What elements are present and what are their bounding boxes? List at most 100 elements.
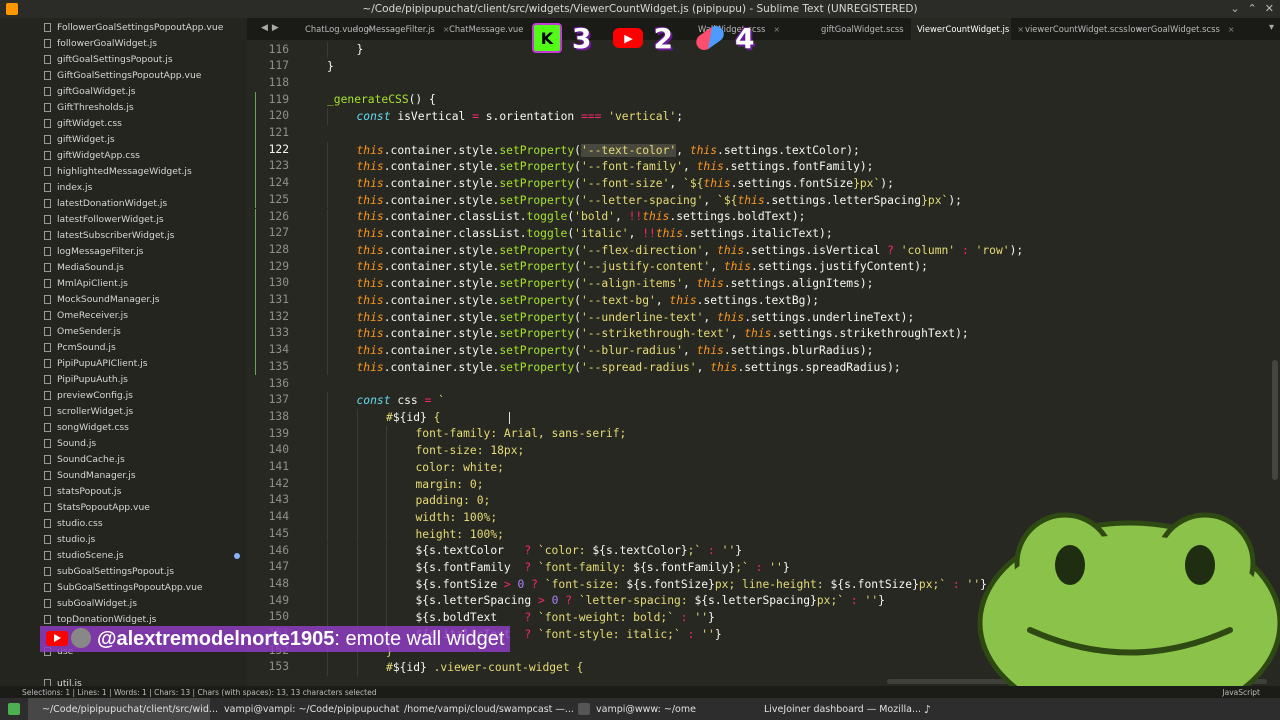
window-controls[interactable]: ⌄ ⌃ ✕ bbox=[1230, 2, 1274, 15]
sidebar-file-item[interactable]: util.js bbox=[44, 675, 82, 686]
vertical-scrollbar[interactable] bbox=[1272, 360, 1278, 480]
tab-close-icon[interactable]: × bbox=[1228, 25, 1235, 34]
code-line[interactable]: this .container.style. setProperty('--text… bbox=[357, 292, 820, 309]
sidebar-file-item[interactable]: GiftGoalSettingsPopoutApp.vue bbox=[44, 67, 201, 83]
sidebar-file-item[interactable]: SubGoalSettingsPopoutApp.vue bbox=[44, 579, 203, 595]
code-line[interactable]: this .container.style. setProperty('--spre… bbox=[357, 359, 901, 376]
start-menu-icon[interactable] bbox=[8, 703, 20, 715]
editor-tab[interactable]: ChatMessage.vue× bbox=[443, 18, 538, 40]
code-line[interactable]: } bbox=[327, 58, 334, 75]
sidebar-file-item[interactable]: MmlApiClient.js bbox=[44, 275, 128, 291]
sidebar-file-item[interactable]: FollowerGoalSettingsPopoutApp.vue bbox=[44, 19, 223, 35]
sidebar-file-item[interactable]: SoundManager.js bbox=[44, 467, 136, 483]
taskbar-item[interactable]: vampi@www: ~/ome bbox=[570, 698, 750, 720]
sidebar-file-item[interactable]: SoundCache.js bbox=[44, 451, 125, 467]
editor-tab[interactable]: viewerCountWidget.scss × bbox=[1019, 18, 1142, 40]
code-token: () { bbox=[408, 93, 436, 107]
code-line[interactable]: this .container.style. setProperty('--text… bbox=[357, 142, 860, 159]
sidebar-file-item[interactable]: songWidget.css bbox=[44, 419, 129, 435]
os-taskbar[interactable]: ~/Code/pipipupuchat/client/src/wid... vam… bbox=[0, 698, 1280, 720]
editor-tab[interactable]: logMessageFilter.js × bbox=[350, 18, 450, 40]
sidebar-file-item[interactable]: MediaSound.js bbox=[44, 259, 124, 275]
code-line[interactable]: this .container.style. setProperty('--unde… bbox=[357, 309, 915, 326]
sidebar-file-item[interactable]: giftWidgetApp.css bbox=[44, 147, 140, 163]
code-line[interactable]: width: 100%; bbox=[416, 509, 498, 526]
sidebar-file-item[interactable]: PipiPupuAuth.js bbox=[44, 371, 128, 387]
sidebar-file-item[interactable]: latestSubscriberWidget.js bbox=[44, 227, 174, 243]
maximize-icon[interactable]: ⌃ bbox=[1248, 2, 1257, 15]
code-line[interactable]: } bbox=[357, 42, 364, 59]
code-line[interactable]: ${s.textColor ? `color: ${s.textColor} ;`… bbox=[416, 543, 743, 560]
code-line[interactable]: this .container.classList. toggle('bold', … bbox=[357, 209, 806, 226]
sidebar-file-item[interactable]: giftWidget.css bbox=[44, 115, 122, 131]
sidebar-file-item[interactable]: giftWidget.js bbox=[44, 131, 115, 147]
tab-close-icon[interactable]: × bbox=[773, 25, 780, 34]
sidebar-file-item[interactable]: studioScene.js bbox=[44, 547, 124, 563]
sidebar-file-item[interactable]: studio.css bbox=[44, 515, 103, 531]
syntax-selector[interactable]: JavaScript bbox=[1222, 688, 1260, 697]
sidebar-file-item[interactable]: logMessageFilter.js bbox=[44, 243, 143, 259]
sidebar-file-item[interactable]: latestFollowerWidget.js bbox=[44, 211, 164, 227]
sidebar-file-item[interactable]: Sound.js bbox=[44, 435, 96, 451]
code-line[interactable]: font-size: 18px; bbox=[416, 442, 525, 459]
sidebar-file-item[interactable]: statsPopout.js bbox=[44, 483, 121, 499]
code-line[interactable]: ${s.fontSize > 0 ? `font-size: ${s.fontS… bbox=[416, 576, 987, 593]
code-line[interactable]: color: white; bbox=[416, 459, 504, 476]
volume-icon[interactable]: ♪ bbox=[924, 703, 931, 716]
code-line[interactable]: const isVertical = s.orientation === 've… bbox=[357, 108, 684, 125]
code-line[interactable]: this .container.style. setProperty('--font… bbox=[357, 158, 874, 175]
sidebar-file-label: PipiPupuAPIClient.js bbox=[57, 357, 148, 369]
code-line[interactable]: ${s.fontFamily ? `font-family: ${s.fontF… bbox=[416, 559, 790, 576]
code-line[interactable]: this .container.style. setProperty('--just… bbox=[357, 259, 928, 276]
code-line[interactable]: ${s.boldText ? `font-weight: bold;` : ''… bbox=[416, 609, 715, 626]
close-icon[interactable]: ✕ bbox=[1265, 2, 1274, 15]
code-line[interactable]: ${s.letterSpacing > 0 ? `letter-spacing:… bbox=[416, 593, 885, 610]
code-line[interactable]: margin: 0; bbox=[416, 476, 484, 493]
sidebar-file-item[interactable]: StatsPopoutApp.vue bbox=[44, 499, 150, 515]
code-line[interactable]: this .container.style. setProperty('--flex… bbox=[357, 242, 1024, 259]
sidebar-file-item[interactable]: giftGoalWidget.js bbox=[44, 83, 136, 99]
sidebar-file-item[interactable]: GiftThresholds.js bbox=[44, 99, 134, 115]
sidebar-file-item[interactable]: studio.js bbox=[44, 531, 95, 547]
sidebar-file-item[interactable]: MockSoundManager.js bbox=[44, 291, 160, 307]
sidebar-file-item[interactable]: index.js bbox=[44, 179, 92, 195]
tab-dropdown-icon[interactable]: ▾ bbox=[1269, 22, 1274, 33]
sidebar-file-item[interactable]: giftGoalSettingsPopout.js bbox=[44, 51, 173, 67]
editor-tab[interactable]: ChatLog.vue × bbox=[299, 18, 372, 40]
code-line[interactable]: font-family: Arial, sans-serif; bbox=[416, 426, 627, 443]
code-line[interactable]: _generateCSS() { bbox=[327, 92, 436, 109]
sidebar-file-item[interactable]: OmeReceiver.js bbox=[44, 307, 128, 323]
sidebar-file-item[interactable]: subGoalSettingsPopout.js bbox=[44, 563, 174, 579]
minimize-icon[interactable]: ⌄ bbox=[1230, 2, 1239, 15]
taskbar-item[interactable]: /home/vampi/cloud/swampcast —... bbox=[390, 698, 574, 720]
sidebar-file-item[interactable]: previewConfig.js bbox=[44, 387, 133, 403]
sidebar-file-item[interactable]: scrollerWidget.js bbox=[44, 403, 133, 419]
sidebar-file-item[interactable]: PcmSound.js bbox=[44, 339, 116, 355]
taskbar-item[interactable]: vampi@vampi: ~/Code/pipipupuchat bbox=[210, 698, 399, 720]
code-line[interactable]: padding: 0; bbox=[416, 492, 491, 509]
code-line[interactable]: height: 100%; bbox=[416, 526, 504, 543]
sidebar-file-item[interactable]: highlightedMessageWidget.js bbox=[44, 163, 192, 179]
code-line[interactable]: this .container.style. setProperty('--alig… bbox=[357, 275, 874, 292]
sidebar-file-item[interactable]: OmeSender.js bbox=[44, 323, 121, 339]
code-line[interactable]: # ${id} { bbox=[386, 409, 440, 426]
code-line[interactable]: this .container.style. setProperty('--font… bbox=[357, 175, 894, 192]
sidebar-file-item[interactable]: topDonationWidget.js bbox=[44, 611, 156, 627]
code-line[interactable]: this .container.style. setProperty('--blur… bbox=[357, 342, 874, 359]
taskbar-item[interactable]: ~/Code/pipipupuchat/client/src/wid... bbox=[28, 698, 218, 720]
sidebar-file-item[interactable]: latestDonationWidget.js bbox=[44, 195, 167, 211]
tab-nav-arrows-icon[interactable]: ◀▶ bbox=[261, 23, 283, 33]
editor-tab[interactable]: giftGoalWidget.scss× bbox=[815, 18, 918, 40]
sidebar-file-item[interactable]: followerGoalWidget.js bbox=[44, 35, 157, 51]
code-line[interactable]: this .container.classList. toggle('italic'… bbox=[357, 225, 833, 242]
editor-tab[interactable]: lowerGoalWidget.scss × bbox=[1122, 18, 1235, 40]
code-line[interactable]: const css = ` bbox=[357, 392, 445, 409]
taskbar-item[interactable]: LiveJoiner dashboard — Mozilla... bbox=[750, 698, 921, 720]
file-sidebar[interactable]: FollowerGoalSettingsPopoutApp.vue followe… bbox=[0, 18, 247, 686]
code-line[interactable]: this .container.style. setProperty('--lett… bbox=[357, 192, 962, 209]
code-line[interactable]: this .container.style. setProperty('--stri… bbox=[357, 325, 969, 342]
editor-tab[interactable]: ViewerCountWidget.js × bbox=[911, 18, 1024, 40]
sidebar-file-item[interactable]: subGoalWidget.js bbox=[44, 595, 137, 611]
sidebar-file-item[interactable]: PipiPupuAPIClient.js bbox=[44, 355, 148, 371]
code-line[interactable]: # ${id} .viewer-count-widget { bbox=[386, 659, 583, 676]
